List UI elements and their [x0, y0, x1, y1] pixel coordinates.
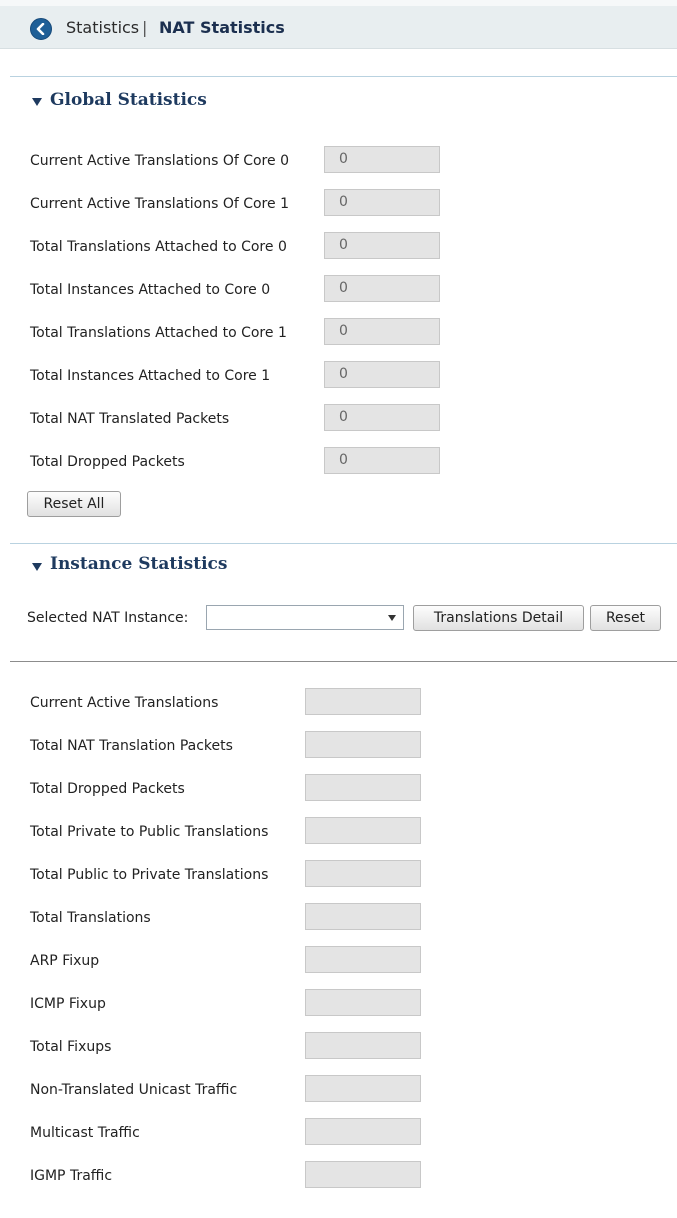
instance-stat-value: [305, 903, 421, 930]
instance-stat-value: [305, 1161, 421, 1188]
collapse-triangle-icon[interactable]: [32, 98, 42, 106]
back-button[interactable]: [30, 18, 52, 40]
instance-divider: [10, 661, 677, 662]
instance-stat-value: [305, 946, 421, 973]
global-stat-label: Total NAT Translated Packets: [30, 411, 230, 427]
instance-stat-label: ARP Fixup: [30, 953, 100, 969]
section-divider: [10, 543, 677, 544]
global-stat-value: 0: [324, 318, 440, 345]
instance-stat-label: ICMP Fixup: [30, 996, 106, 1012]
instance-stat-value: [305, 989, 421, 1016]
reset-button[interactable]: Reset: [590, 605, 661, 631]
global-stat-value: 0: [324, 146, 440, 173]
section-divider: [10, 76, 677, 77]
instance-statistics-title[interactable]: Instance Statistics: [50, 552, 227, 576]
global-stat-label: Total Translations Attached to Core 0: [30, 239, 287, 255]
chevron-left-icon: [36, 23, 45, 35]
global-stat-value: 0: [324, 361, 440, 388]
instance-stat-value: [305, 1118, 421, 1145]
collapse-triangle-icon[interactable]: [32, 563, 42, 571]
global-stat-value: 0: [324, 189, 440, 216]
reset-all-button[interactable]: Reset All: [27, 491, 121, 517]
global-stat-value: 0: [324, 404, 440, 431]
global-stat-label: Current Active Translations Of Core 0: [30, 153, 289, 169]
nat-instance-select[interactable]: [206, 605, 404, 630]
global-stat-value: 0: [324, 447, 440, 474]
instance-stat-label: Total Dropped Packets: [30, 781, 185, 797]
page-header: Statistics | NAT Statistics: [0, 0, 677, 49]
instance-stat-label: Multicast Traffic: [30, 1125, 140, 1141]
instance-stat-label: Current Active Translations: [30, 695, 219, 711]
global-stat-label: Total Translations Attached to Core 1: [30, 325, 287, 341]
instance-stat-label: Total Public to Private Translations: [30, 867, 269, 883]
nat-instance-label: Selected NAT Instance:: [27, 610, 189, 626]
instance-stat-label: Total Fixups: [30, 1039, 112, 1055]
instance-stat-value: [305, 860, 421, 887]
instance-stat-value: [305, 817, 421, 844]
dropdown-arrow-icon: [388, 615, 396, 621]
instance-stat-value: [305, 1032, 421, 1059]
global-statistics-title[interactable]: Global Statistics: [50, 88, 207, 112]
global-stat-label: Total Dropped Packets: [30, 454, 185, 470]
instance-stat-value: [305, 731, 421, 758]
breadcrumb-statistics[interactable]: Statistics: [66, 17, 139, 39]
global-stat-label: Total Instances Attached to Core 1: [30, 368, 271, 384]
global-stat-value: 0: [324, 275, 440, 302]
instance-stat-value: [305, 688, 421, 715]
instance-stat-label: IGMP Traffic: [30, 1168, 113, 1184]
instance-stat-label: Total NAT Translation Packets: [30, 738, 233, 754]
global-stat-label: Current Active Translations Of Core 1: [30, 196, 289, 212]
instance-stat-value: [305, 1075, 421, 1102]
breadcrumb-separator: |: [142, 18, 148, 37]
header-top-strip: [0, 0, 677, 6]
instance-stat-label: Total Translations: [30, 910, 151, 926]
global-stat-label: Total Instances Attached to Core 0: [30, 282, 271, 298]
page-title: NAT Statistics: [159, 18, 285, 37]
global-stat-value: 0: [324, 232, 440, 259]
instance-stat-value: [305, 774, 421, 801]
translations-detail-button[interactable]: Translations Detail: [413, 605, 584, 631]
instance-stat-label: Non-Translated Unicast Traffic: [30, 1082, 238, 1098]
instance-stat-label: Total Private to Public Translations: [30, 824, 269, 840]
